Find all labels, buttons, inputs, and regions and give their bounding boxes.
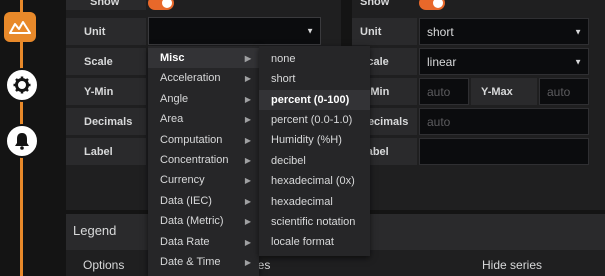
chevron-right-icon: ▶ <box>244 114 251 124</box>
submenu-item-label: short <box>271 73 296 85</box>
menu-item-label: Angle <box>160 93 189 105</box>
submenu-item-label: percent (0-100) <box>271 94 350 106</box>
left-ymin-label: Y-Min <box>84 85 114 98</box>
menu-item-data-iec[interactable]: Data (IEC) ▶ <box>148 191 259 211</box>
menu-item-concentration[interactable]: Concentration ▶ <box>148 150 259 170</box>
menu-item-label: Data (Metric) <box>160 215 224 227</box>
submenu-item-label: hexadecimal <box>271 196 333 208</box>
chart-glyph <box>9 21 31 34</box>
settings-gear-icon[interactable] <box>5 68 39 102</box>
menu-item-label: Data (IEC) <box>160 195 212 207</box>
right-decimals-input[interactable]: auto <box>419 108 589 135</box>
chevron-right-icon: ▶ <box>244 135 251 145</box>
menu-item-angle[interactable]: Angle ▶ <box>148 89 259 109</box>
right-scale-value: linear <box>427 54 457 69</box>
left-scale-label: Scale <box>84 55 113 68</box>
right-ymax-placeholder: auto <box>547 84 571 99</box>
chevron-right-icon: ▶ <box>244 155 251 165</box>
chevron-right-icon: ▶ <box>244 175 251 185</box>
menu-item-data-metric[interactable]: Data (Metric) ▶ <box>148 211 259 231</box>
menu-item-label: Data Rate <box>160 236 210 248</box>
right-show-toggle[interactable] <box>419 0 445 10</box>
chevron-right-icon: ▶ <box>244 216 251 226</box>
submenu-item-hex-0x[interactable]: hexadecimal (0x) <box>259 171 370 191</box>
submenu-item-short[interactable]: short <box>259 69 370 89</box>
right-unit-select[interactable]: short ▼ <box>419 18 589 45</box>
submenu-item-hexadecimal[interactable]: hexadecimal <box>259 192 370 212</box>
right-unit-label: Unit <box>360 25 382 38</box>
menu-item-acceleration[interactable]: Acceleration ▶ <box>148 68 259 88</box>
chevron-right-icon: ▶ <box>244 237 251 247</box>
right-ymax-label: Y-Max <box>481 85 513 98</box>
left-unit-label: Unit <box>84 25 106 38</box>
submenu-item-label: none <box>271 53 296 65</box>
menu-item-misc[interactable]: Misc ▶ <box>148 48 259 68</box>
chevron-down-icon: ▼ <box>574 57 582 66</box>
menu-item-computation[interactable]: Computation ▶ <box>148 130 259 150</box>
gear-glyph <box>13 76 31 94</box>
submenu-item-none[interactable]: none <box>259 49 370 69</box>
right-unit-labelbox: Unit <box>352 18 417 45</box>
submenu-item-label: locale format <box>271 236 334 248</box>
right-label-input[interactable] <box>419 138 589 165</box>
menu-item-label: Date & Time <box>160 256 221 268</box>
chevron-down-icon: ▼ <box>574 27 582 36</box>
right-scale-select[interactable]: linear ▼ <box>419 48 589 75</box>
menu-item-label: Computation <box>160 134 223 146</box>
right-ymin-placeholder: auto <box>427 84 451 99</box>
left-show-toggle[interactable] <box>148 0 174 10</box>
left-ymin-labelbox: Y-Min <box>66 78 146 105</box>
chevron-right-icon: ▶ <box>244 257 251 267</box>
left-unit-labelbox: Unit <box>66 18 146 45</box>
right-decimals-placeholder: auto <box>427 114 451 129</box>
submenu-item-locale[interactable]: locale format <box>259 232 370 252</box>
menu-item-data-rate[interactable]: Data Rate ▶ <box>148 232 259 252</box>
visualization-icon[interactable] <box>4 12 36 42</box>
left-unit-select[interactable]: ▼ <box>148 17 321 45</box>
menu-item-label: Acceleration <box>160 72 221 84</box>
submenu-item-label: scientific notation <box>271 216 356 228</box>
menu-item-label: Misc <box>160 52 185 64</box>
menu-item-label: Concentration <box>160 154 229 166</box>
left-label-labelbox: Label <box>66 138 146 165</box>
submenu-item-percent-0-100[interactable]: percent (0-100) <box>259 90 370 110</box>
right-ymax-labelbox: Y-Max <box>471 78 537 105</box>
submenu-item-label: Humidity (%H) <box>271 134 342 146</box>
bell-glyph <box>15 133 29 150</box>
submenu-item-percent-0-1[interactable]: percent (0.0-1.0) <box>259 110 370 130</box>
legend-hide-series-label: Hide series <box>482 258 543 272</box>
alert-bell-icon[interactable] <box>5 124 39 158</box>
menu-item-area[interactable]: Area ▶ <box>148 109 259 129</box>
right-ymax-input[interactable]: auto <box>539 78 589 105</box>
misc-unit-submenu: none short percent (0-100) percent (0.0-… <box>259 46 370 256</box>
submenu-item-label: hexadecimal (0x) <box>271 175 355 187</box>
left-label-label: Label <box>84 145 113 158</box>
chevron-right-icon: ▶ <box>244 94 251 104</box>
submenu-item-label: percent (0.0-1.0) <box>271 114 353 126</box>
chevron-right-icon: ▶ <box>244 53 251 63</box>
menu-item-date-time[interactable]: Date & Time ▶ <box>148 252 259 272</box>
unit-category-menu: Misc ▶ Acceleration ▶ Angle ▶ Area ▶ Computa… <box>148 46 259 276</box>
chevron-right-icon: ▶ <box>244 196 251 206</box>
submenu-item-humidity[interactable]: Humidity (%H) <box>259 130 370 150</box>
submenu-item-decibel[interactable]: decibel <box>259 151 370 171</box>
chevron-right-icon: ▶ <box>244 73 251 83</box>
left-decimals-label: Decimals <box>84 115 133 128</box>
left-decimals-labelbox: Decimals <box>66 108 146 135</box>
left-show-label: Show <box>90 0 120 8</box>
left-scale-labelbox: Scale <box>66 48 146 75</box>
submenu-item-label: decibel <box>271 155 306 167</box>
menu-item-label: Area <box>160 113 184 125</box>
legend-options-label: Options <box>83 258 125 272</box>
right-ymin-input[interactable]: auto <box>419 78 469 105</box>
submenu-item-scientific[interactable]: scientific notation <box>259 212 370 232</box>
menu-item-label: Currency <box>160 174 205 186</box>
chevron-down-icon: ▼ <box>306 26 314 36</box>
legend-title: Legend <box>73 223 117 238</box>
right-show-label: Show <box>360 0 390 8</box>
right-unit-value: short <box>427 24 454 39</box>
menu-item-currency[interactable]: Currency ▶ <box>148 170 259 190</box>
